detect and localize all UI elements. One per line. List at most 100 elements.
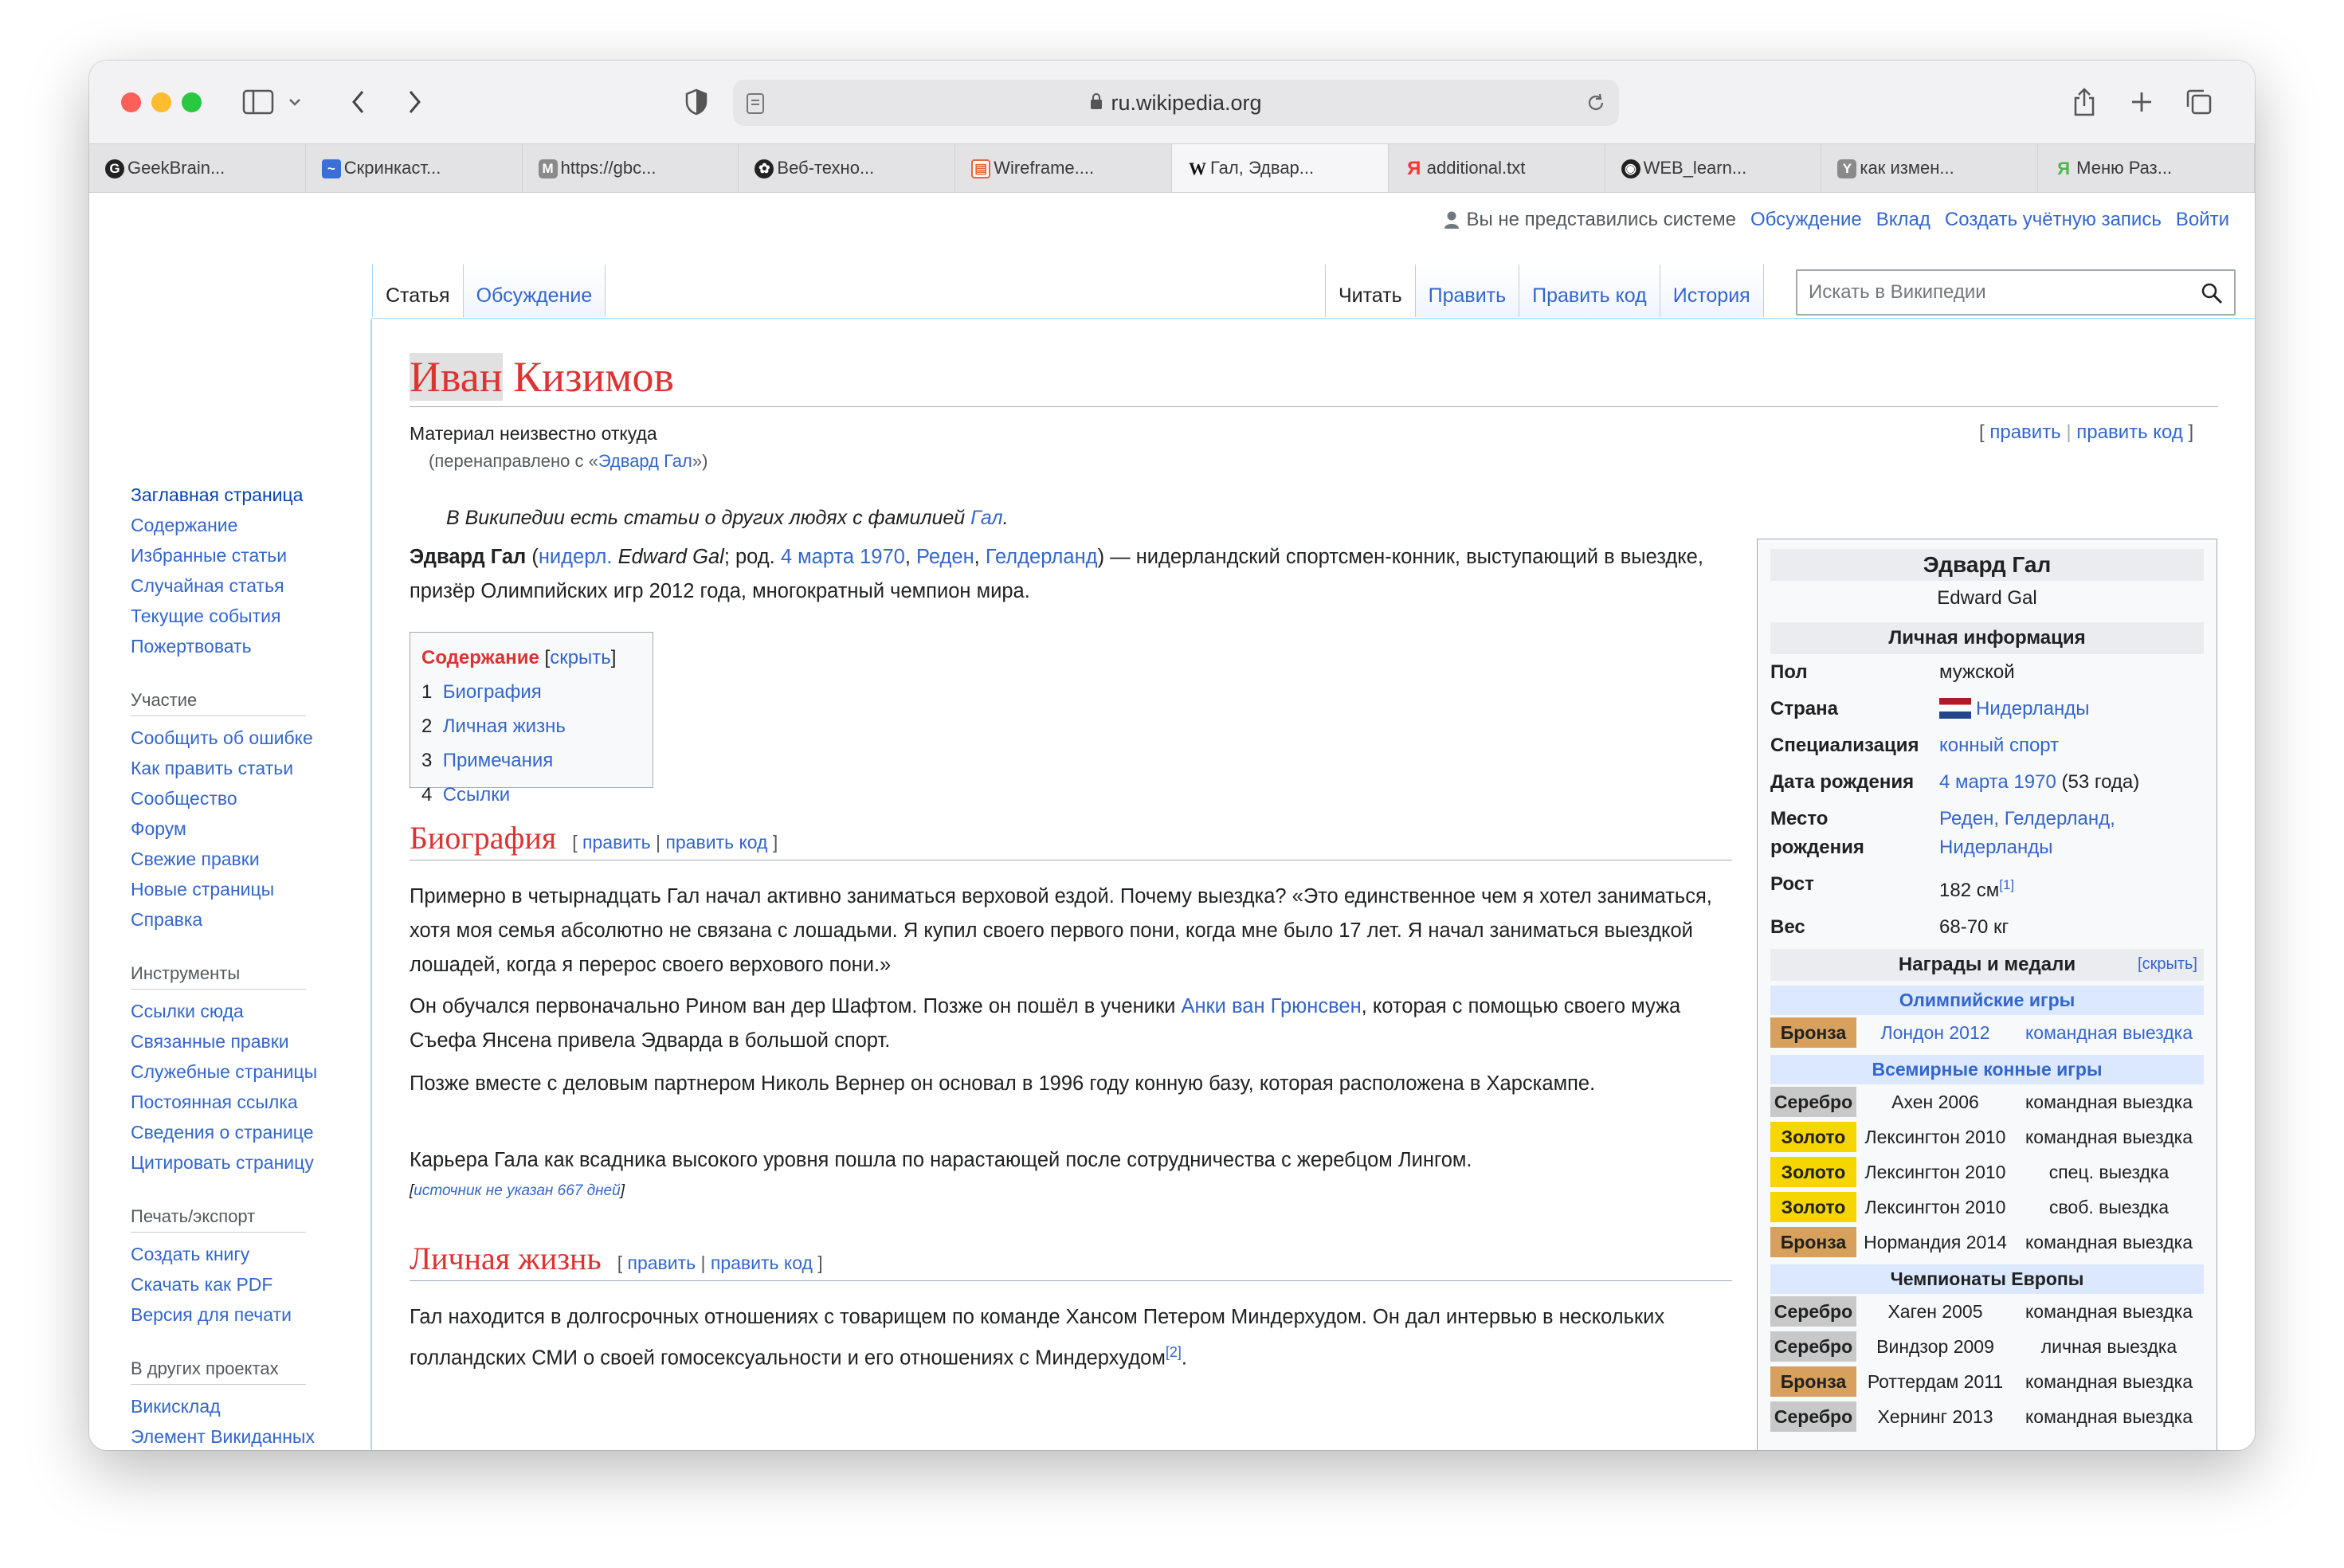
browser-tab[interactable]: ✿ Веб-техно... <box>739 144 956 192</box>
yandex-green-icon: Я <box>2057 159 2071 178</box>
search-input[interactable]: Искать в Википедии <box>1796 269 2236 316</box>
medal-event-link[interactable]: командная выездка <box>2014 1022 2204 1044</box>
birth-date-link[interactable]: 4 марта 1970 <box>1939 771 2056 793</box>
browser-tab[interactable]: Я Меню Раз... <box>2038 144 2255 192</box>
sidebar-item-featured[interactable]: Избранные статьи <box>131 545 287 566</box>
sidebar-item-current-events[interactable]: Текущие события <box>131 606 280 626</box>
contributions-link[interactable]: Вклад <box>1876 209 1930 231</box>
tab-talk[interactable]: Обсуждение <box>463 265 606 317</box>
toc-item[interactable]: 1 Биография <box>421 675 641 709</box>
birth-date-link[interactable]: 4 марта 1970 <box>781 546 905 568</box>
tab-edit-source[interactable]: Править код <box>1519 265 1660 317</box>
sidebar-item-page-info[interactable]: Сведения о странице <box>131 1122 314 1143</box>
toc-link[interactable]: Ссылки <box>443 784 511 806</box>
talk-link[interactable]: Обсуждение <box>1750 209 1862 231</box>
minimize-window-button[interactable] <box>151 92 171 112</box>
edit-code-link[interactable]: править код <box>2076 421 2183 443</box>
medal-row: Бронза Лондон 2012 командная выездка <box>1770 1015 2204 1050</box>
tab-overview-icon[interactable] <box>2181 84 2217 120</box>
sidebar-item-random[interactable]: Случайная статья <box>131 575 284 596</box>
create-account-link[interactable]: Создать учётную запись <box>1945 209 2162 231</box>
birth-place-link[interactable]: Реден, Гелдерланд, Нидерланды <box>1939 808 2115 858</box>
sidebar-item-special-pages[interactable]: Служебные страницы <box>131 1061 317 1082</box>
sidebar-item-main-page[interactable]: Заглавная страница <box>131 484 303 505</box>
forward-icon[interactable] <box>397 84 432 120</box>
sidebar-item-permanent-link[interactable]: Постоянная ссылка <box>131 1092 298 1112</box>
sidebar-item-contents[interactable]: Содержание <box>131 515 237 535</box>
browser-tab[interactable]: Yкак измен... <box>1821 144 2039 192</box>
sidebar-item-new-pages[interactable]: Новые страницы <box>131 879 274 900</box>
sport-link[interactable]: конный спорт <box>1939 735 2059 756</box>
reload-icon[interactable] <box>1586 92 1606 119</box>
sidebar-toggle-icon[interactable] <box>241 84 276 120</box>
sidebar-item-related-changes[interactable]: Связанные правки <box>131 1031 289 1052</box>
browser-tab[interactable]: ~ Скринкаст... <box>306 144 523 192</box>
sidebar-item-cite-page[interactable]: Цитировать страницу <box>131 1152 314 1173</box>
browser-tab[interactable]: ◉ WEB_learn... <box>1605 144 1822 192</box>
back-icon[interactable] <box>341 84 376 120</box>
competition-european-championships: Чемпионаты Европы <box>1770 1264 2204 1294</box>
toc-item[interactable]: 3 Примечания <box>421 743 641 778</box>
browser-tab[interactable]: Яadditional.txt <box>1389 144 1605 192</box>
browser-tab[interactable]: ▤ Wireframe.... <box>955 144 1172 192</box>
sidebar-item-recent-changes[interactable]: Свежие правки <box>131 849 260 869</box>
citation-needed-link[interactable]: источник не указан 667 дней <box>414 1182 620 1199</box>
medal-badge: Бронза <box>1770 1227 1856 1257</box>
geekbrains-icon: G <box>105 159 124 178</box>
sidebar-item-community[interactable]: Сообщество <box>131 788 237 809</box>
toc-hide-link[interactable]: скрыть <box>550 647 611 668</box>
edit-link[interactable]: править <box>582 832 651 853</box>
redirect-link[interactable]: Эдвард Гал <box>598 451 692 471</box>
new-tab-icon[interactable] <box>2124 84 2159 120</box>
chevron-down-icon[interactable] <box>277 84 312 120</box>
competition-olympics[interactable]: Олимпийские игры <box>1770 986 2204 1015</box>
reference-link[interactable]: [2] <box>1166 1344 1182 1360</box>
medals-hide-link[interactable]: [скрыть] <box>2138 955 2197 974</box>
competition-world-games[interactable]: Всемирные конные игры <box>1770 1055 2204 1084</box>
sidebar-item-donate[interactable]: Пожертвовать <box>131 636 252 657</box>
country-link[interactable]: Нидерланды <box>1976 698 2089 719</box>
tab-edit[interactable]: Править <box>1415 265 1520 317</box>
tab-history[interactable]: История <box>1660 265 1764 317</box>
address-bar[interactable]: ru.wikipedia.org <box>733 80 1619 126</box>
reference-link[interactable]: [1] <box>1999 877 2014 892</box>
search-icon[interactable] <box>2201 282 2223 310</box>
sidebar-item-forum[interactable]: Форум <box>131 818 186 839</box>
toc-link[interactable]: Биография <box>443 681 542 703</box>
sidebar-item-commons[interactable]: Викисклад <box>131 1396 221 1417</box>
sidebar-item-create-book[interactable]: Создать книгу <box>131 1244 249 1264</box>
toc-item[interactable]: 4 Ссылки <box>421 778 641 812</box>
toc-link[interactable]: Личная жизнь <box>443 715 566 737</box>
tab-read[interactable]: Читать <box>1325 265 1416 317</box>
sidebar-item-wikidata[interactable]: Элемент Викиданных <box>131 1426 315 1447</box>
edit-link[interactable]: править <box>1989 421 2060 443</box>
edit-link[interactable]: править <box>627 1252 696 1273</box>
medal-place-link[interactable]: Лондон 2012 <box>1856 1022 2014 1044</box>
sidebar-item-report-error[interactable]: Сообщить об ошибке <box>131 727 313 748</box>
toc-item[interactable]: 2 Личная жизнь <box>421 709 641 743</box>
sidebar-item-help[interactable]: Справка <box>131 909 202 930</box>
sidebar-item-download-pdf[interactable]: Скачать как PDF <box>131 1274 272 1295</box>
toc-link[interactable]: Примечания <box>443 750 554 771</box>
tab-article[interactable]: Статья <box>372 265 464 317</box>
toc-number: 1 <box>421 681 433 703</box>
heading-biography: Биография[ править | править код ] <box>410 819 1732 860</box>
sidebar-item-how-to-edit[interactable]: Как править статьи <box>131 758 293 778</box>
lang-link[interactable]: нидерл. <box>539 546 613 568</box>
edit-code-link[interactable]: править код <box>711 1252 813 1273</box>
close-window-button[interactable] <box>121 92 141 112</box>
browser-tab[interactable]: G GeekBrain... <box>89 144 306 192</box>
privacy-shield-icon[interactable] <box>679 84 714 120</box>
browser-tab-active[interactable]: W Гал, Эдвар... <box>1171 144 1389 192</box>
edit-code-link[interactable]: править код <box>665 832 767 853</box>
share-icon[interactable] <box>2067 84 2102 120</box>
zoom-window-button[interactable] <box>182 92 202 112</box>
sidebar-item-print-version[interactable]: Версия для печати <box>131 1304 292 1325</box>
city-link[interactable]: Реден <box>916 546 974 568</box>
login-link[interactable]: Войти <box>2176 209 2229 231</box>
sidebar-item-what-links-here[interactable]: Ссылки сюда <box>131 1001 244 1021</box>
anky-link[interactable]: Анки ван Грюнсвен <box>1181 995 1361 1017</box>
hatnote-link[interactable]: Гал <box>970 507 1003 529</box>
region-link[interactable]: Гелдерланд <box>986 546 1098 568</box>
browser-tab[interactable]: Mhttps://gbc... <box>523 144 739 192</box>
